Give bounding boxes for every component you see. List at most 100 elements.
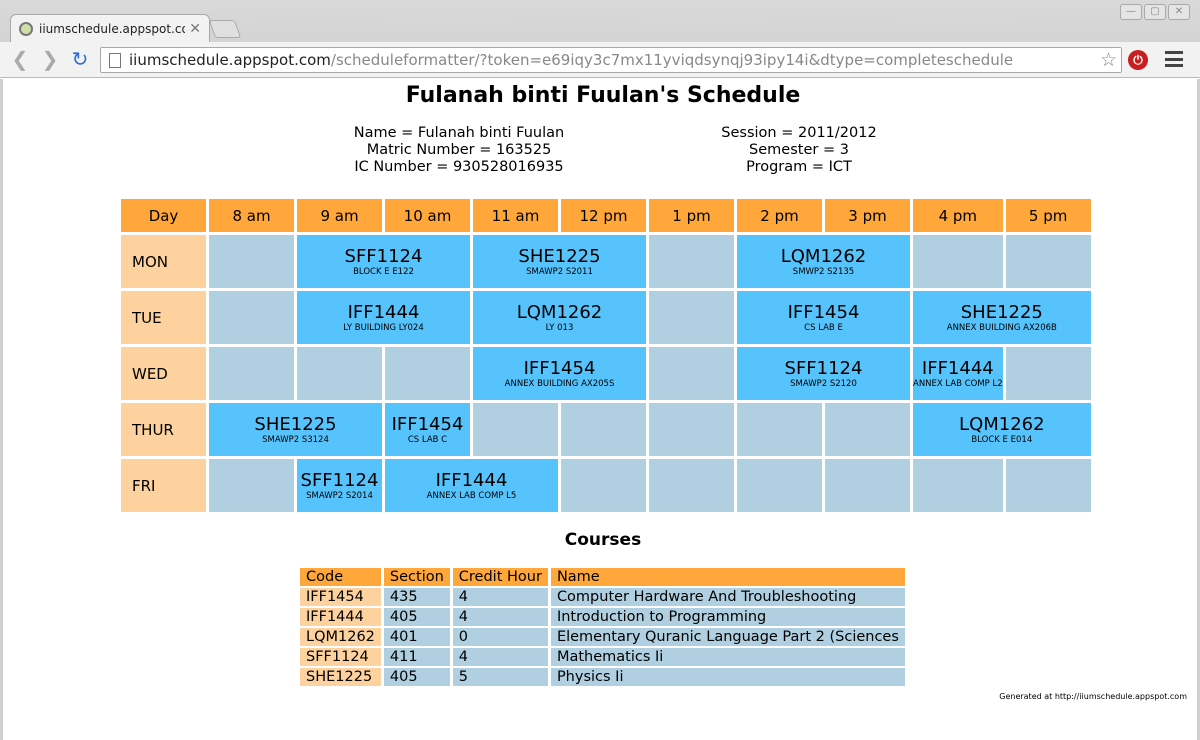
venue: SMAWP2 S2014 bbox=[306, 490, 373, 501]
empty-slot bbox=[913, 459, 1003, 512]
program: Program = ICT bbox=[746, 159, 852, 175]
schedule-header-row: Day 8 am 9 am 10 am 11 am 12 pm 1 pm 2 pm 3 pm 4… bbox=[121, 199, 1091, 232]
schedule-row: FRI SFF1124 SMAWP2 S2014 IFF1444 ANNEX LAB C… bbox=[121, 459, 1091, 512]
day-label: TUE bbox=[121, 291, 206, 344]
tab-strip: iiumschedule.appspot.com ✕ — ▢ ✕ bbox=[0, 0, 1200, 42]
hour-header: 4 pm bbox=[913, 199, 1003, 232]
semester: Semester = 3 bbox=[749, 142, 849, 158]
hour-header: 5 pm bbox=[1005, 199, 1091, 232]
class-slot: LQM1262 BLOCK E E014 bbox=[913, 403, 1091, 456]
ic-number: IC Number = 930528016935 bbox=[354, 159, 564, 175]
back-icon[interactable]: ❮ bbox=[8, 48, 32, 72]
course-row: LQM1262 401 0 Elementary Quranic Language P… bbox=[300, 628, 905, 646]
bookmark-star-icon[interactable]: ☆ bbox=[1100, 49, 1117, 71]
course-code: SHE1225 bbox=[518, 245, 601, 267]
schedule-grid: Day 8 am 9 am 10 am 11 am 12 pm 1 pm 2 pm 3 pm 4… bbox=[118, 196, 1094, 515]
credit-hour-cell: 0 bbox=[452, 628, 548, 646]
class-slot: IFF1454 CS LAB C bbox=[385, 403, 470, 456]
course-code-cell: IFF1454 bbox=[300, 588, 381, 606]
credit-hour-cell: 4 bbox=[452, 608, 548, 626]
class-slot: IFF1454 ANNEX BUILDING AX205S bbox=[473, 347, 646, 400]
class-slot: IFF1444 LY BUILDING LY024 bbox=[297, 291, 470, 344]
day-label: THUR bbox=[121, 403, 206, 456]
close-window-icon[interactable]: ✕ bbox=[1168, 4, 1190, 20]
section-cell: 435 bbox=[383, 588, 450, 606]
course-code: SFF1124 bbox=[784, 357, 863, 379]
empty-slot bbox=[737, 459, 822, 512]
menu-icon[interactable] bbox=[1165, 51, 1183, 67]
empty-slot bbox=[561, 459, 646, 512]
hour-header: 1 pm bbox=[649, 199, 734, 232]
course-code: LQM1262 bbox=[516, 301, 603, 323]
tab-title: iiumschedule.appspot.com bbox=[39, 21, 186, 36]
course-code: IFF1454 bbox=[523, 357, 596, 379]
hour-header: 3 pm bbox=[825, 199, 910, 232]
close-tab-icon[interactable]: ✕ bbox=[189, 21, 201, 37]
courses-title: Courses bbox=[564, 530, 642, 550]
schedule-row: THUR SHE1225 SMAWP2 S3124 IFF1454 CS LAB C LQ… bbox=[121, 403, 1091, 456]
site-favicon-icon bbox=[19, 21, 33, 36]
address-bar[interactable]: iiumschedule.appspot.com/scheduleformatt… bbox=[100, 47, 1122, 73]
day-label: MON bbox=[121, 235, 206, 288]
class-slot: SFF1124 SMAWP2 S2014 bbox=[297, 459, 382, 512]
empty-slot bbox=[473, 403, 558, 456]
page-title: Fulanah binti Fuulan's Schedule bbox=[405, 83, 801, 108]
venue: CS LAB E bbox=[804, 322, 843, 333]
courses-column-header: Credit Hour bbox=[452, 568, 548, 586]
empty-slot bbox=[649, 235, 734, 288]
url-host: iiumschedule.appspot.com bbox=[129, 51, 331, 69]
course-name-cell: Physics Ii bbox=[550, 668, 905, 686]
hour-header: 12 pm bbox=[561, 199, 646, 232]
venue: ANNEX LAB COMP L5 bbox=[426, 490, 517, 501]
schedule-row: TUE IFF1444 LY BUILDING LY024 LQM1262 LY 013… bbox=[121, 291, 1091, 344]
day-header: Day bbox=[121, 199, 206, 232]
browser-tab[interactable]: iiumschedule.appspot.com ✕ bbox=[10, 14, 210, 42]
class-slot: SFF1124 SMAWP2 S2120 bbox=[737, 347, 910, 400]
course-row: SFF1124 411 4 Mathematics Ii bbox=[300, 648, 905, 666]
empty-slot bbox=[1005, 235, 1091, 288]
maximize-icon[interactable]: ▢ bbox=[1144, 4, 1166, 20]
courses-column-header: Section bbox=[383, 568, 450, 586]
credit-hour-cell: 4 bbox=[452, 588, 548, 606]
course-code: SFF1124 bbox=[344, 245, 423, 267]
session-info: Session = 2011/2012 Semester = 3 Program… bbox=[649, 125, 949, 176]
minimize-icon[interactable]: — bbox=[1120, 4, 1142, 20]
course-code: IFF1444 bbox=[347, 301, 420, 323]
schedule-row: WED IFF1454 ANNEX BUILDING AX205S SFF1124 SM… bbox=[121, 347, 1091, 400]
courses-column-header: Code bbox=[300, 568, 381, 586]
new-tab-button[interactable] bbox=[208, 20, 242, 38]
browser-toolbar: ❮ ❯ ↻ iiumschedule.appspot.com/schedulef… bbox=[0, 42, 1200, 78]
class-slot: SHE1225 SMAWP2 S3124 bbox=[209, 403, 382, 456]
forward-icon[interactable]: ❯ bbox=[38, 48, 62, 72]
course-code: IFF1454 bbox=[391, 413, 464, 435]
class-slot: LQM1262 SMWP2 S2135 bbox=[737, 235, 910, 288]
extension-stop-icon[interactable]: ⏻ bbox=[1128, 50, 1148, 70]
empty-slot bbox=[209, 235, 294, 288]
class-slot: IFF1444 ANNEX LAB COMP L2 bbox=[913, 347, 1003, 400]
venue: BLOCK E E122 bbox=[353, 266, 414, 277]
class-slot: SFF1124 BLOCK E E122 bbox=[297, 235, 470, 288]
course-code-cell: LQM1262 bbox=[300, 628, 381, 646]
course-code: SFF1124 bbox=[300, 469, 379, 491]
venue: SMAWP2 S2011 bbox=[526, 266, 593, 277]
empty-slot bbox=[649, 459, 734, 512]
course-name-cell: Introduction to Programming bbox=[550, 608, 905, 626]
url-path: /scheduleformatter/?token=e69iqy3c7mx11y… bbox=[330, 51, 1014, 69]
empty-slot bbox=[825, 459, 910, 512]
student-info: Name = Fulanah binti Fuulan Matric Numbe… bbox=[309, 125, 609, 176]
course-code-cell: SFF1124 bbox=[300, 648, 381, 666]
course-code: IFF1444 bbox=[921, 357, 994, 379]
course-name-cell: Computer Hardware And Troubleshooting bbox=[550, 588, 905, 606]
empty-slot bbox=[209, 347, 294, 400]
day-label: FRI bbox=[121, 459, 206, 512]
venue: SMAWP2 S2120 bbox=[790, 378, 857, 389]
venue: ANNEX LAB COMP L2 bbox=[913, 378, 1003, 389]
reload-icon[interactable]: ↻ bbox=[68, 48, 92, 72]
session: Session = 2011/2012 bbox=[721, 125, 877, 141]
course-row: IFF1454 435 4 Computer Hardware And Trouble… bbox=[300, 588, 905, 606]
hour-header: 11 am bbox=[473, 199, 558, 232]
class-slot: IFF1454 CS LAB E bbox=[737, 291, 910, 344]
empty-slot bbox=[209, 459, 294, 512]
venue: LY 013 bbox=[545, 322, 574, 333]
section-cell: 401 bbox=[383, 628, 450, 646]
